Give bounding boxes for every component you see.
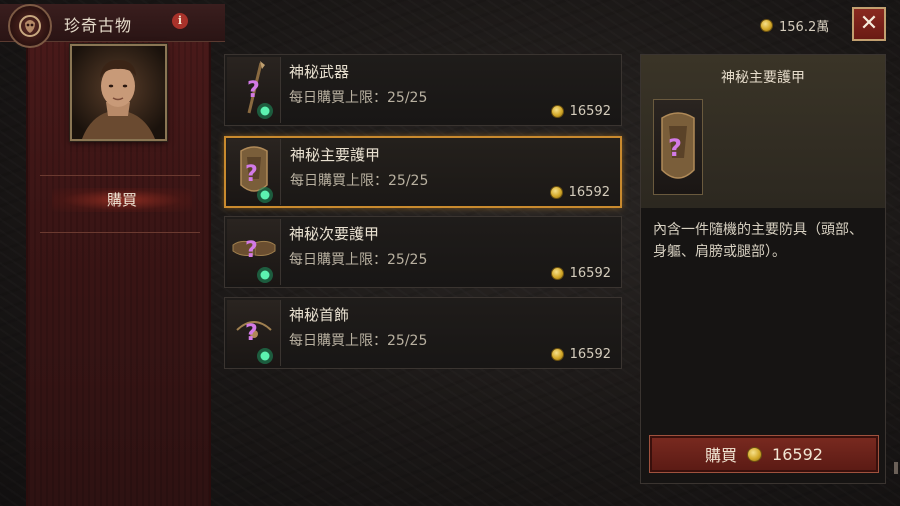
item-mystery-weapon[interactable]: ? 神秘武器 每日購買上限：25/25 16592 [224, 54, 622, 126]
item-mystery-jewelry[interactable]: ? 神秘首飾 每日購買上限：25/25 16592 [224, 297, 622, 369]
weapon-icon: ? [227, 57, 281, 123]
svg-text:?: ? [245, 238, 258, 263]
gold-coin-icon [550, 267, 564, 280]
item-name: 神秘首飾 [289, 306, 350, 324]
close-button[interactable]: ✕ [852, 7, 886, 41]
gold-coin-icon [549, 186, 563, 199]
item-price: 16592 [550, 266, 611, 281]
item-mystery-secondary-armor[interactable]: ? 神秘次要護甲 每日購買上限：25/25 16592 [224, 216, 622, 288]
gold-coin-icon [747, 446, 763, 462]
gold-coin-icon [550, 105, 564, 118]
buy-button[interactable]: 購買 16592 [649, 435, 879, 473]
page-title: 珍奇古物 [64, 16, 133, 35]
gold-total: 156.2萬 [760, 16, 829, 35]
svg-text:?: ? [668, 134, 682, 162]
tab-buy[interactable]: 購買 [52, 188, 192, 212]
svg-text:?: ? [247, 78, 260, 103]
item-price: 16592 [550, 104, 611, 119]
item-daily-limit: 每日購買上限：25/25 [289, 252, 428, 268]
svg-text:?: ? [245, 321, 258, 346]
svg-text:?: ? [245, 162, 258, 187]
item-daily-limit: 每日購買上限：25/25 [289, 333, 428, 349]
item-daily-limit: 每日購買上限：25/25 [290, 173, 429, 189]
scroll-indicator [894, 462, 898, 474]
item-daily-limit: 每日購買上限：25/25 [289, 90, 428, 106]
jewelry-icon: ? [227, 300, 281, 366]
vendor-portrait [70, 44, 167, 141]
item-price: 16592 [550, 347, 611, 362]
item-name: 神秘武器 [289, 63, 350, 81]
vendor-emblem-icon [8, 4, 52, 48]
armor-icon: ? [227, 139, 281, 205]
info-icon[interactable]: i [172, 13, 188, 29]
buy-button-price: 16592 [772, 444, 823, 464]
buy-button-label: 購買 [705, 446, 738, 465]
item-detail-panel: 神秘主要護甲 ? 內含一件隨機的主要防具（頭部、身軀、肩膀或腿部）。 購買 16… [640, 54, 886, 484]
item-price: 16592 [549, 185, 610, 200]
item-name: 神秘次要護甲 [289, 225, 380, 243]
detail-title: 神秘主要護甲 [721, 70, 805, 86]
gold-coin-icon [760, 19, 773, 32]
secondary-armor-icon: ? [227, 219, 281, 285]
gold-coin-icon [550, 348, 564, 361]
armor-icon: ? [653, 99, 703, 195]
item-mystery-primary-armor[interactable]: ? 神秘主要護甲 每日購買上限：25/25 16592 [224, 136, 622, 208]
item-description: 內含一件隨機的主要防具（頭部、身軀、肩膀或腿部）。 [653, 222, 863, 260]
item-name: 神秘主要護甲 [290, 146, 381, 164]
